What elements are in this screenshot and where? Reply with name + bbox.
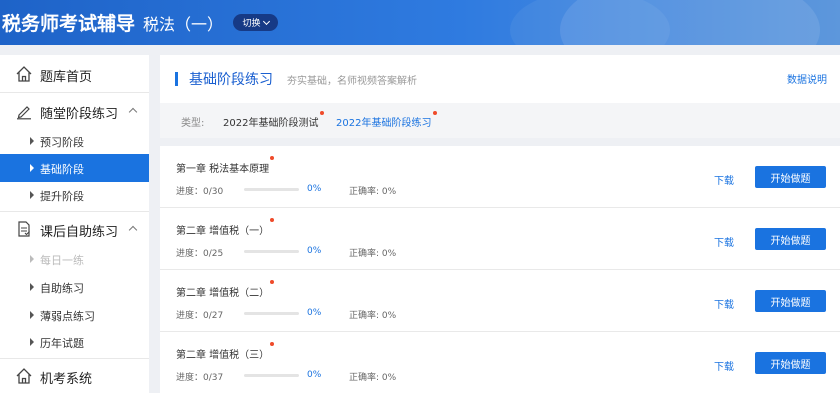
pen-icon	[17, 106, 31, 120]
chapter-name: 第二章 增值税（一）	[176, 218, 275, 237]
home-icon	[16, 368, 32, 384]
chapter-name: 第二章 增值税（二）	[176, 280, 275, 299]
new-badge-dot	[270, 156, 275, 160]
chapter-row: 第二章 增值税（三） 进度：0/37 0% 正确率: 0% 下载 开始做题	[160, 332, 840, 393]
chapter-row: 第二章 增值税（一） 进度：0/25 0% 正确率: 0% 下载 开始做题	[160, 208, 840, 270]
panel-header: 基础阶段练习 夯实基础，名师视频答案解析 数据说明	[160, 55, 840, 103]
chapter-name-text: 第二章 增值税（三）	[176, 350, 270, 361]
sidebar-group-exam-system[interactable]: 机考系统	[0, 358, 149, 393]
sidebar-item-label: 每日一练	[40, 254, 84, 267]
filter-option-test[interactable]: 2022年基础阶段测试	[223, 111, 325, 129]
header-decoration	[510, 0, 670, 45]
chapter-name-text: 第二章 增值税（一）	[176, 226, 270, 237]
chapter-name: 第二章 增值税（三）	[176, 342, 275, 361]
progress-bar	[244, 374, 299, 377]
subject-title: 税法（一）	[143, 15, 224, 34]
sidebar-item-preview[interactable]: 预习阶段	[0, 127, 149, 155]
progress-bar	[244, 312, 299, 315]
filter-option-label: 2022年基础阶段练习	[336, 118, 432, 129]
new-badge-dot	[270, 342, 275, 346]
progress-text: 进度：0/37	[176, 373, 224, 383]
switch-subject-button[interactable]: 切换	[233, 14, 278, 31]
sidebar: 题库首页 随堂阶段练习 预习阶段 基础阶段 提升阶段 课后自助练习 每日一练 自…	[0, 55, 149, 393]
sidebar-item-label: 历年试题	[40, 337, 84, 350]
progress-text: 进度：0/30	[176, 187, 224, 197]
sidebar-group-label: 题库首页	[40, 70, 93, 85]
sidebar-item-self-practice[interactable]: 自助练习	[0, 273, 149, 301]
start-practice-button[interactable]: 开始做题	[755, 290, 826, 312]
progress-bar	[244, 250, 299, 253]
accuracy-text: 正确率: 0%	[349, 311, 397, 321]
download-link[interactable]: 下载	[714, 172, 734, 187]
document-icon	[18, 221, 30, 237]
page-description: 夯实基础，名师视频答案解析	[287, 76, 417, 87]
sidebar-item-past-exams[interactable]: 历年试题	[0, 328, 149, 356]
chapter-name: 第一章 税法基本原理	[176, 156, 275, 175]
new-badge-dot	[320, 111, 325, 115]
chapter-row: 第一章 税法基本原理 进度：0/30 0% 正确率: 0% 下载 开始做题	[160, 146, 840, 208]
download-link[interactable]: 下载	[714, 358, 734, 373]
sidebar-group-label: 机考系统	[40, 372, 93, 387]
new-badge-dot	[433, 111, 438, 115]
new-badge-dot	[270, 280, 275, 284]
switch-label: 切换	[242, 19, 261, 29]
progress-percent: 0%	[307, 308, 322, 318]
triangle-right-icon	[30, 338, 34, 346]
sidebar-item-label: 提升阶段	[40, 190, 84, 203]
triangle-right-icon	[30, 311, 34, 319]
triangle-right-icon	[30, 255, 34, 263]
sidebar-group-self-practice[interactable]: 课后自助练习	[0, 211, 149, 247]
start-practice-button[interactable]: 开始做题	[755, 166, 826, 188]
page-title: 基础阶段练习	[189, 72, 273, 88]
new-badge-dot	[270, 218, 275, 222]
progress-text: 进度：0/27	[176, 311, 224, 321]
type-filter: 类型: 2022年基础阶段测试 2022年基础阶段练习	[160, 103, 840, 138]
sidebar-item-daily[interactable]: 每日一练	[0, 245, 149, 273]
sidebar-item-label: 基础阶段	[40, 163, 84, 176]
triangle-right-icon	[30, 283, 34, 291]
progress-percent: 0%	[307, 246, 322, 256]
sidebar-item-label: 自助练习	[40, 282, 84, 295]
sidebar-item-label: 预习阶段	[40, 136, 84, 149]
sidebar-item-advanced[interactable]: 提升阶段	[0, 181, 149, 209]
start-practice-button[interactable]: 开始做题	[755, 352, 826, 374]
sidebar-group-label: 随堂阶段练习	[40, 107, 119, 122]
chapter-list: 第一章 税法基本原理 进度：0/30 0% 正确率: 0% 下载 开始做题 第二…	[160, 146, 840, 393]
sidebar-item-basic[interactable]: 基础阶段	[0, 154, 149, 182]
sidebar-item-label: 薄弱点练习	[40, 310, 95, 323]
sidebar-group-label: 课后自助练习	[40, 225, 119, 240]
download-link[interactable]: 下载	[714, 234, 734, 249]
progress-percent: 0%	[307, 370, 322, 380]
chapter-row: 第二章 增值税（二） 进度：0/27 0% 正确率: 0% 下载 开始做题	[160, 270, 840, 332]
chevron-down-icon	[262, 17, 270, 25]
sidebar-group-home[interactable]: 题库首页	[0, 56, 149, 92]
filter-option-practice[interactable]: 2022年基础阶段练习	[336, 111, 438, 129]
sidebar-item-weak-points[interactable]: 薄弱点练习	[0, 301, 149, 329]
triangle-right-icon	[30, 164, 34, 172]
data-explanation-link[interactable]: 数据说明	[787, 71, 827, 86]
chevron-up-icon[interactable]	[128, 225, 138, 235]
chapter-name-text: 第一章 税法基本原理	[176, 164, 270, 175]
app-title: 税务师考试辅导	[2, 13, 136, 35]
chevron-up-icon[interactable]	[128, 107, 138, 117]
progress-bar	[244, 188, 299, 191]
home-icon	[16, 66, 32, 82]
download-link[interactable]: 下载	[714, 296, 734, 311]
filter-label: 类型:	[181, 118, 205, 129]
chapter-name-text: 第二章 增值税（二）	[176, 288, 270, 299]
accuracy-text: 正确率: 0%	[349, 187, 397, 197]
sidebar-group-stage-practice[interactable]: 随堂阶段练习	[0, 93, 149, 129]
accuracy-text: 正确率: 0%	[349, 373, 397, 383]
filter-option-label: 2022年基础阶段测试	[223, 118, 319, 129]
progress-text: 进度：0/25	[176, 249, 224, 259]
title-accent-bar	[175, 72, 178, 86]
top-header: 税务师考试辅导 税法（一） 切换	[0, 0, 840, 45]
accuracy-text: 正确率: 0%	[349, 249, 397, 259]
progress-percent: 0%	[307, 184, 322, 194]
start-practice-button[interactable]: 开始做题	[755, 228, 826, 250]
triangle-right-icon	[30, 137, 34, 145]
triangle-right-icon	[30, 191, 34, 199]
